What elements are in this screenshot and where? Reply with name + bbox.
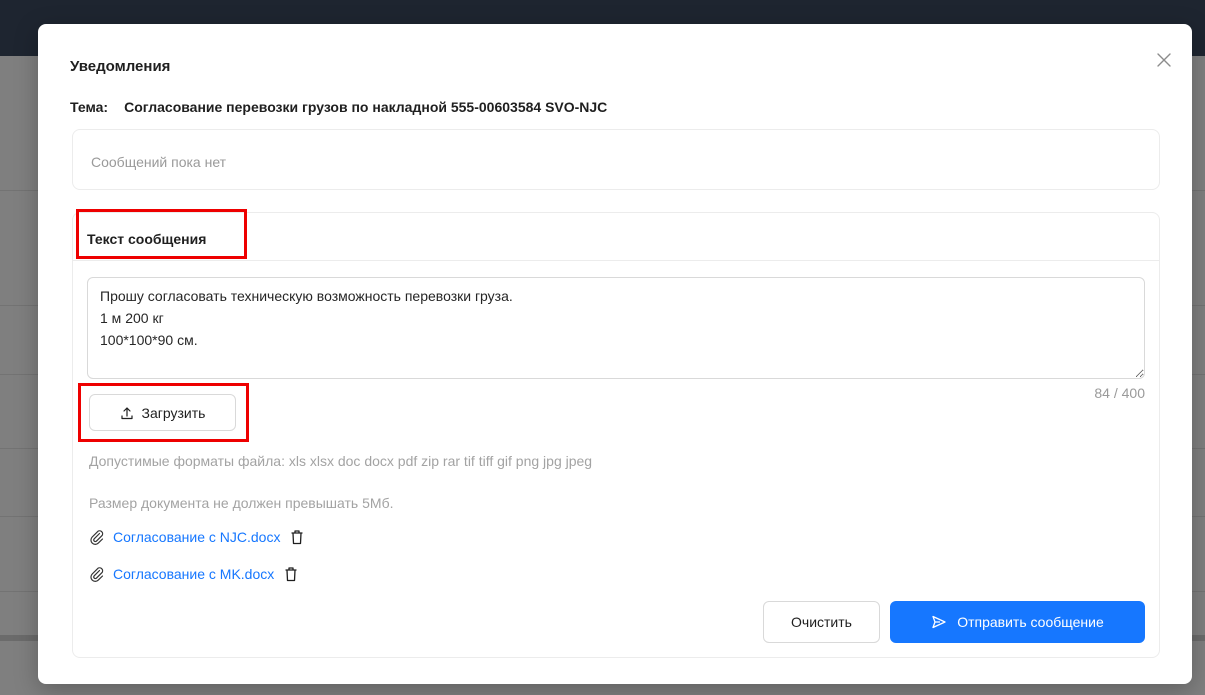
notifications-modal: Уведомления Тема: Согласование перевозки… (38, 24, 1192, 684)
attached-file-item: Согласование с MK.docx (89, 566, 298, 582)
clear-button[interactable]: Очистить (763, 601, 880, 643)
send-icon (932, 615, 946, 629)
modal-title: Уведомления (70, 58, 171, 75)
subject-row: Тема: Согласование перевозки грузов по н… (70, 99, 607, 115)
compose-header: Текст сообщения (73, 213, 1159, 261)
subject-value: Согласование перевозки грузов по накладн… (124, 99, 608, 115)
size-limit-hint: Размер документа не должен превышать 5Мб… (89, 495, 394, 511)
attached-file-link[interactable]: Согласование с NJC.docx (113, 529, 280, 545)
send-button-label: Отправить сообщение (957, 614, 1104, 630)
upload-button-label: Загрузить (141, 404, 206, 421)
attached-file-item: Согласование с NJC.docx (89, 529, 304, 545)
messages-empty-text: Сообщений пока нет (91, 154, 227, 170)
message-textarea[interactable]: Прошу согласовать техническую возможност… (87, 277, 1145, 379)
upload-button[interactable]: Загрузить (89, 394, 236, 431)
paperclip-icon (90, 567, 104, 582)
send-message-button[interactable]: Отправить сообщение (890, 601, 1145, 643)
compose-title: Текст сообщения (87, 231, 207, 247)
trash-icon[interactable] (290, 529, 304, 545)
char-counter: 84 / 400 (1094, 385, 1145, 401)
paperclip-icon (90, 530, 104, 545)
allowed-formats-hint: Допустимые форматы файла: xls xlsx doc d… (89, 453, 593, 469)
attached-file-link[interactable]: Согласование с MK.docx (113, 566, 274, 582)
messages-list: Сообщений пока нет (72, 129, 1160, 190)
close-button[interactable] (1154, 50, 1174, 70)
compose-card: Текст сообщения Прошу согласовать технич… (72, 212, 1160, 658)
close-icon (1157, 53, 1171, 67)
upload-icon (120, 406, 133, 419)
subject-label: Тема: (70, 99, 109, 115)
trash-icon[interactable] (284, 566, 298, 582)
